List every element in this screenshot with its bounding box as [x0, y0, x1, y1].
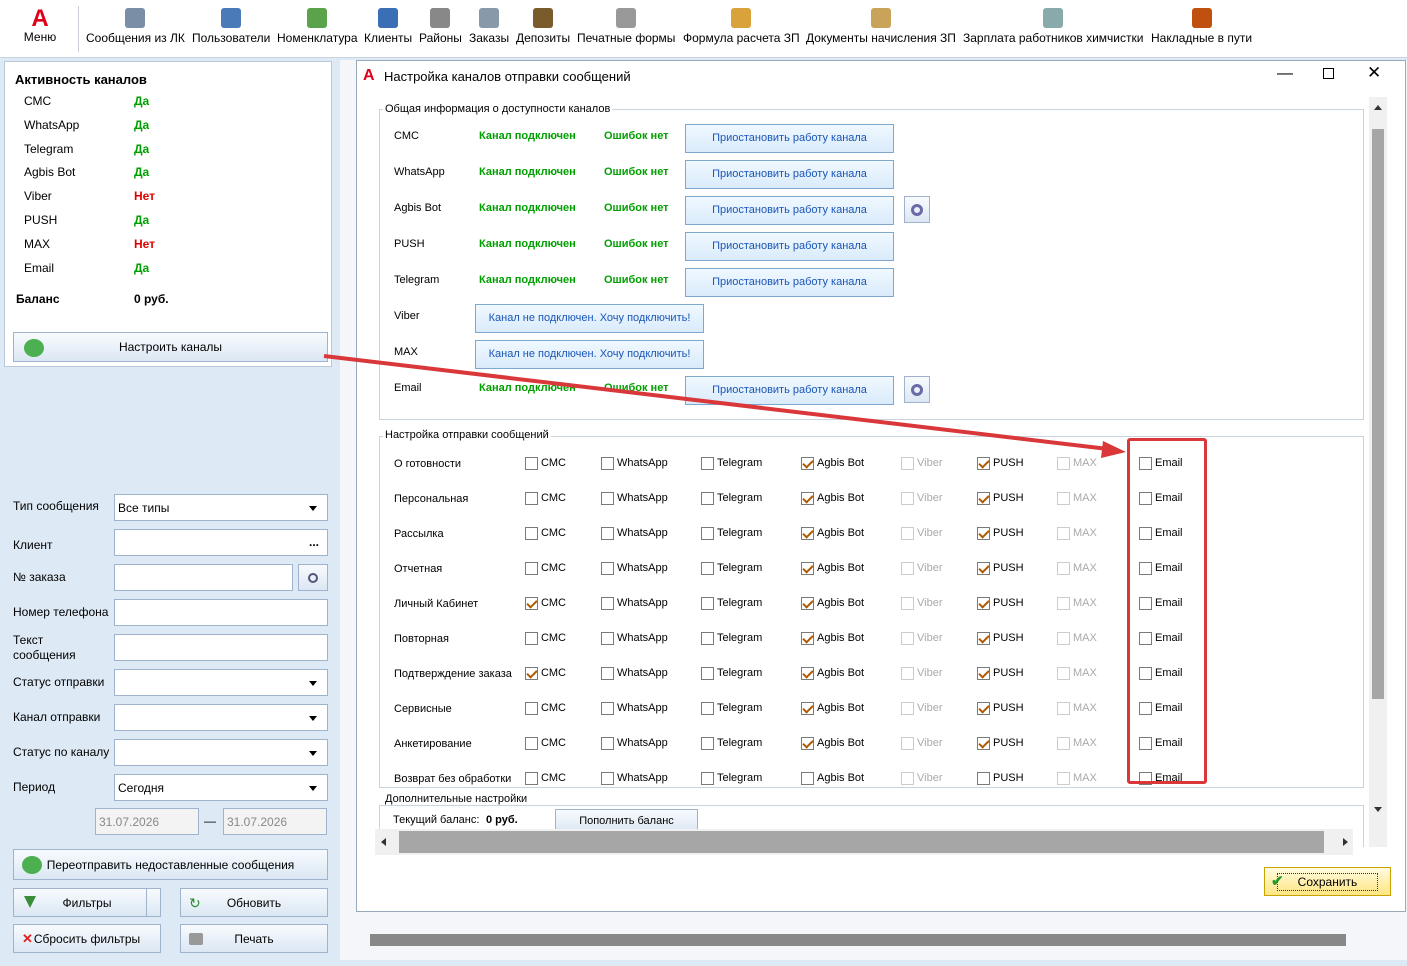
- arrow-head: [1101, 441, 1126, 458]
- annotation-arrow: [323, 354, 1126, 458]
- arrow-line: [323, 354, 1109, 451]
